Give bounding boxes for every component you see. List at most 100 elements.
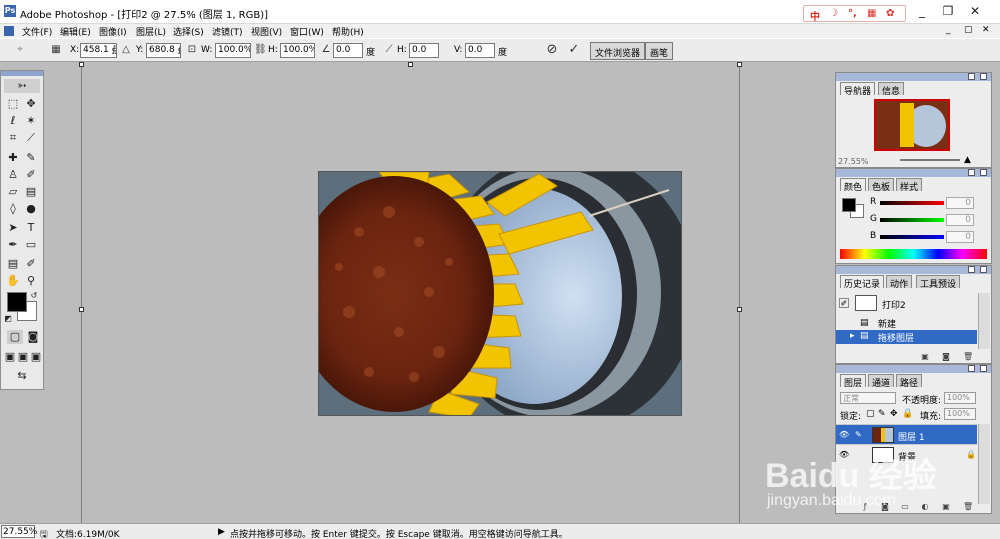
layers-scrollbar[interactable] <box>978 424 990 504</box>
doc-minimize-button[interactable]: _ <box>946 25 951 35</box>
ime-keyboard-icon[interactable]: ▦ <box>867 8 876 19</box>
cancel-transform-icon[interactable]: ⊘ <box>546 43 558 56</box>
screen-mode-menu-icon[interactable]: ▣ <box>17 350 29 364</box>
tab-file-browser[interactable]: 文件浏览器 <box>590 42 646 60</box>
channel-r-value[interactable]: 0 <box>946 197 974 209</box>
menu-window[interactable]: 窗口(W) <box>290 25 324 38</box>
angle-field[interactable]: 0.0 <box>333 43 363 58</box>
channel-r-slider[interactable] <box>880 201 944 205</box>
healing-brush-icon[interactable]: ✚ <box>5 151 21 165</box>
tab-swatches[interactable]: 色板 <box>868 178 895 193</box>
navigator-zoom-in-icon[interactable]: ▲ <box>964 155 971 165</box>
delete-state-icon[interactable]: 🗑 <box>963 352 973 361</box>
transform-handle-tc[interactable] <box>408 62 413 67</box>
status-arrow-icon[interactable]: ▶ <box>218 527 225 537</box>
screen-mode-full-icon[interactable]: ▣ <box>30 350 42 364</box>
tab-brushes[interactable]: 画笔 <box>645 42 674 60</box>
tab-channels[interactable]: 通道 <box>868 374 895 389</box>
channel-b-slider[interactable] <box>880 235 944 239</box>
layer-row-selected[interactable]: 👁 ✎ 图层 1 <box>836 424 977 444</box>
lock-transparency-icon[interactable]: ▢ <box>866 409 875 419</box>
brush-tool-icon[interactable]: ✎ <box>23 151 39 165</box>
adobe-online-icon[interactable]: ➳ <box>4 79 40 93</box>
transform-handle-tr[interactable] <box>737 62 742 67</box>
blend-mode-select[interactable]: 正常 <box>840 392 896 404</box>
zoom-tool-icon[interactable]: ⚲ <box>23 274 39 288</box>
swap-colors-icon[interactable]: ↺ <box>29 289 39 303</box>
menu-select[interactable]: 选择(S) <box>173 25 204 38</box>
transform-handle-tl[interactable] <box>79 62 84 67</box>
tab-styles[interactable]: 样式 <box>896 178 923 193</box>
tab-actions[interactable]: 动作 <box>886 275 913 290</box>
blur-tool-icon[interactable]: ◊ <box>5 202 21 216</box>
tab-tool-presets[interactable]: 工具预设 <box>916 275 961 290</box>
path-select-icon[interactable]: ➤ <box>5 221 21 235</box>
ime-skin-icon[interactable]: ✿ <box>886 8 894 19</box>
transform-handle-mr[interactable] <box>737 307 742 312</box>
fill-field[interactable]: 100% <box>944 408 976 420</box>
ime-toolbar[interactable]: 中 ☽ °, ▦ ✿ <box>803 5 906 23</box>
ime-moon-icon[interactable]: ☽ <box>829 8 838 19</box>
color-spectrum-bar[interactable] <box>840 249 987 259</box>
palette-close-icon[interactable] <box>980 365 987 372</box>
lock-all-icon[interactable]: 🔒 <box>902 409 913 419</box>
palette-close-icon[interactable] <box>980 266 987 273</box>
lock-position-icon[interactable]: ✥ <box>890 409 898 419</box>
magic-wand-icon[interactable]: ✶ <box>23 114 39 128</box>
notes-tool-icon[interactable]: ▤ <box>5 257 21 271</box>
relative-position-icon[interactable]: △ <box>120 44 132 56</box>
tab-navigator[interactable]: 导航器 <box>840 82 876 97</box>
palette-minimize-icon[interactable] <box>968 169 975 176</box>
new-snapshot-icon[interactable]: ◙ <box>941 352 951 361</box>
palette-minimize-icon[interactable] <box>968 73 975 80</box>
menu-edit[interactable]: 编辑(E) <box>60 25 91 38</box>
pen-tool-icon[interactable]: ✒ <box>5 238 21 252</box>
document-icon[interactable] <box>4 26 14 36</box>
tab-layers[interactable]: 图层 <box>840 374 867 389</box>
menu-view[interactable]: 视图(V) <box>251 25 282 38</box>
close-button[interactable]: ✕ <box>965 3 985 19</box>
color-fg-swatch[interactable] <box>842 198 856 212</box>
ime-chinese-icon[interactable]: 中 <box>810 8 820 23</box>
palette-minimize-icon[interactable] <box>968 266 975 273</box>
palette-close-icon[interactable] <box>980 169 987 176</box>
w-field[interactable]: 100.0% <box>215 43 251 58</box>
delete-layer-icon[interactable]: 🗑 <box>963 502 973 511</box>
history-step-row-selected[interactable]: ▸ ▤ 拖移图层 <box>836 330 977 344</box>
h-field[interactable]: 100.0% <box>280 43 315 58</box>
minimize-button[interactable]: _ <box>912 3 932 19</box>
hskew-field[interactable]: 0.0 <box>409 43 439 58</box>
dodge-tool-icon[interactable]: ● <box>23 202 39 216</box>
move-tool-icon[interactable]: ✥ <box>23 97 39 111</box>
channel-b-value[interactable]: 0 <box>946 231 974 243</box>
history-brush-icon[interactable]: ✐ <box>23 168 39 182</box>
restore-button[interactable]: ❐ <box>938 3 958 19</box>
layer-name[interactable]: 图层 1 <box>898 430 925 443</box>
layer-visibility-eye-icon[interactable]: 👁 <box>839 430 849 440</box>
marquee-tool-icon[interactable]: ⬚ <box>5 97 21 111</box>
channel-g-value[interactable]: 0 <box>946 214 974 226</box>
y-field[interactable]: 680.8 ∯ <box>146 43 181 58</box>
menu-help[interactable]: 帮助(H) <box>332 25 364 38</box>
default-colors-icon[interactable]: ◩ <box>3 312 13 326</box>
toolbox-header[interactable] <box>1 71 43 76</box>
ime-punct-icon[interactable]: °, <box>848 8 857 19</box>
hand-tool-icon[interactable]: ✋ <box>5 274 21 288</box>
channel-g-slider[interactable] <box>880 218 944 222</box>
jump-to-imageready-icon[interactable]: ⇆ <box>7 369 37 383</box>
opacity-field[interactable]: 100% <box>944 392 976 404</box>
shape-tool-icon[interactable]: ▭ <box>23 238 39 252</box>
menu-file[interactable]: 文件(F) <box>22 25 52 38</box>
status-zoom-field[interactable]: 27.55% <box>1 525 37 538</box>
doc-restore-button[interactable]: ▢ <box>964 25 973 35</box>
clone-stamp-icon[interactable]: ♙ <box>5 168 21 182</box>
transform-handle-ml[interactable] <box>79 307 84 312</box>
layer-brush-icon[interactable]: ✎ <box>855 430 862 439</box>
tool-preset-icon[interactable]: ⌖ <box>14 44 26 56</box>
crop-tool-icon[interactable]: ⌗ <box>5 131 21 145</box>
palette-close-icon[interactable] <box>980 73 987 80</box>
history-snapshot-row[interactable]: ✐ 打印2 <box>836 293 977 313</box>
new-document-from-state-icon[interactable]: ▣ <box>920 352 930 361</box>
vskew-field[interactable]: 0.0 <box>465 43 495 58</box>
menu-image[interactable]: 图像(I) <box>99 25 127 38</box>
